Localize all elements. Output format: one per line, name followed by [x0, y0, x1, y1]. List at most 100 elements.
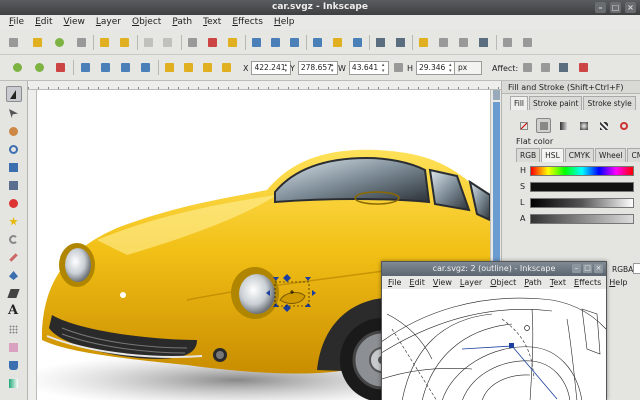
- outline-minimize-icon[interactable]: –: [572, 264, 581, 273]
- menu-text[interactable]: Text: [203, 15, 221, 30]
- circle-tool[interactable]: [6, 196, 22, 212]
- outline-menu-file[interactable]: File: [388, 276, 401, 289]
- clone-icon[interactable]: [330, 35, 345, 50]
- h-input[interactable]: 29.346: [416, 61, 457, 75]
- new-document-icon[interactable]: [6, 35, 21, 50]
- w-input[interactable]: 43.641: [348, 61, 389, 75]
- unit-select[interactable]: px: [454, 61, 482, 75]
- ungroup-icon[interactable]: [393, 35, 408, 50]
- menu-file[interactable]: File: [9, 15, 24, 30]
- paste-icon[interactable]: [225, 35, 240, 50]
- rotate-cw-icon[interactable]: [98, 60, 113, 75]
- menu-edit[interactable]: Edit: [35, 15, 52, 30]
- align-icon[interactable]: [476, 35, 491, 50]
- menu-effects[interactable]: Effects: [232, 15, 263, 30]
- y-input[interactable]: 278.657: [297, 61, 338, 75]
- spray-tool[interactable]: [6, 322, 22, 338]
- menu-object[interactable]: Object: [132, 15, 161, 30]
- copy-icon[interactable]: [185, 35, 200, 50]
- close-icon[interactable]: ×: [625, 2, 636, 13]
- vertical-ruler[interactable]: [28, 90, 37, 400]
- menu-layer[interactable]: Layer: [96, 15, 121, 30]
- duplicate-icon[interactable]: [310, 35, 325, 50]
- eraser-tool[interactable]: [6, 340, 22, 356]
- outline-menu-edit[interactable]: Edit: [409, 276, 425, 289]
- outline-menu-path[interactable]: Path: [524, 276, 542, 289]
- flip-horizontal-icon[interactable]: [118, 60, 133, 75]
- fill-stroke-icon[interactable]: [416, 35, 431, 50]
- outline-menu-text[interactable]: Text: [550, 276, 566, 289]
- cut-icon[interactable]: [205, 35, 220, 50]
- minimize-icon[interactable]: –: [595, 2, 606, 13]
- lower-to-bottom-icon[interactable]: [219, 60, 234, 75]
- outline-menu-object[interactable]: Object: [490, 276, 516, 289]
- zoom-drawing-icon[interactable]: [268, 35, 283, 50]
- 3dbox-tool[interactable]: [6, 178, 22, 194]
- bucket-tool[interactable]: [6, 358, 22, 374]
- select-all-icon[interactable]: [10, 60, 25, 75]
- unlink-clone-icon[interactable]: [350, 35, 365, 50]
- save-icon[interactable]: [52, 35, 67, 50]
- dock-title[interactable]: Fill and Stroke (Shift+Ctrl+F): [502, 81, 640, 94]
- lock-icon[interactable]: [391, 60, 406, 75]
- scale-stroke-icon[interactable]: [520, 60, 535, 75]
- text-font-icon[interactable]: [436, 35, 451, 50]
- spiral-tool[interactable]: [6, 232, 22, 248]
- hue-slider[interactable]: [530, 165, 634, 176]
- outline-canvas[interactable]: [382, 289, 606, 400]
- outline-menu-view[interactable]: View: [433, 276, 452, 289]
- tab-stroke-style[interactable]: Stroke style: [583, 96, 636, 110]
- tab-stroke-paint[interactable]: Stroke paint: [529, 96, 583, 110]
- preferences-icon[interactable]: [520, 35, 535, 50]
- no-paint-icon[interactable]: [516, 118, 531, 133]
- outline-close-icon[interactable]: ×: [594, 264, 603, 273]
- outline-window-titlebar[interactable]: car.svgz: 2 (outline) - Inkscape – □ ×: [382, 262, 606, 276]
- deselect-icon[interactable]: [53, 60, 68, 75]
- outline-menu-effects[interactable]: Effects: [574, 276, 601, 289]
- tab-rgb[interactable]: RGB: [516, 148, 541, 162]
- lightness-slider[interactable]: [530, 197, 634, 208]
- menu-view[interactable]: View: [64, 15, 85, 30]
- tab-cmyk[interactable]: CMYK: [564, 148, 594, 162]
- tab-fill[interactable]: Fill: [510, 96, 529, 110]
- calligraphy-tool[interactable]: [6, 286, 22, 302]
- tab-wheel[interactable]: Wheel: [594, 148, 627, 162]
- flip-vertical-icon[interactable]: [138, 60, 153, 75]
- menu-help[interactable]: Help: [274, 15, 295, 30]
- print-icon[interactable]: [74, 35, 89, 50]
- maximize-icon[interactable]: □: [610, 2, 621, 13]
- rgba-input[interactable]: [633, 263, 640, 274]
- star-tool[interactable]: [6, 214, 22, 230]
- move-gradients-icon[interactable]: [556, 60, 571, 75]
- tab-hsl[interactable]: HSL: [541, 148, 564, 162]
- lower-icon[interactable]: [200, 60, 215, 75]
- x-input[interactable]: 422.241: [251, 61, 292, 75]
- pen-tool[interactable]: [6, 268, 22, 284]
- group-icon[interactable]: [373, 35, 388, 50]
- xml-editor-icon[interactable]: [456, 35, 471, 50]
- outline-maximize-icon[interactable]: □: [583, 264, 592, 273]
- gradient-tool[interactable]: [6, 376, 22, 392]
- import-icon[interactable]: [97, 35, 112, 50]
- export-icon[interactable]: [117, 35, 132, 50]
- tweak-tool[interactable]: [6, 124, 22, 140]
- rotate-ccw-icon[interactable]: [78, 60, 93, 75]
- pencil-tool[interactable]: [6, 250, 22, 266]
- zoom-tool[interactable]: [6, 142, 22, 158]
- tab-cms[interactable]: CMS: [627, 148, 640, 162]
- raise-to-top-icon[interactable]: [162, 60, 177, 75]
- selector-tool[interactable]: [6, 86, 22, 102]
- outline-menu-layer[interactable]: Layer: [460, 276, 482, 289]
- rect-tool[interactable]: [6, 160, 22, 176]
- horizontal-ruler[interactable]: [28, 81, 510, 90]
- swatch-icon[interactable]: [616, 118, 631, 133]
- alpha-slider[interactable]: [530, 213, 634, 224]
- unset-paint-icon[interactable]: ?: [636, 118, 640, 133]
- zoom-selection-icon[interactable]: [249, 35, 264, 50]
- open-icon[interactable]: [30, 35, 45, 50]
- flat-color-icon[interactable]: [536, 118, 551, 133]
- menu-path[interactable]: Path: [172, 15, 192, 30]
- saturation-slider[interactable]: [530, 181, 634, 192]
- text-tool[interactable]: A: [6, 303, 22, 320]
- zoom-page-icon[interactable]: [287, 35, 302, 50]
